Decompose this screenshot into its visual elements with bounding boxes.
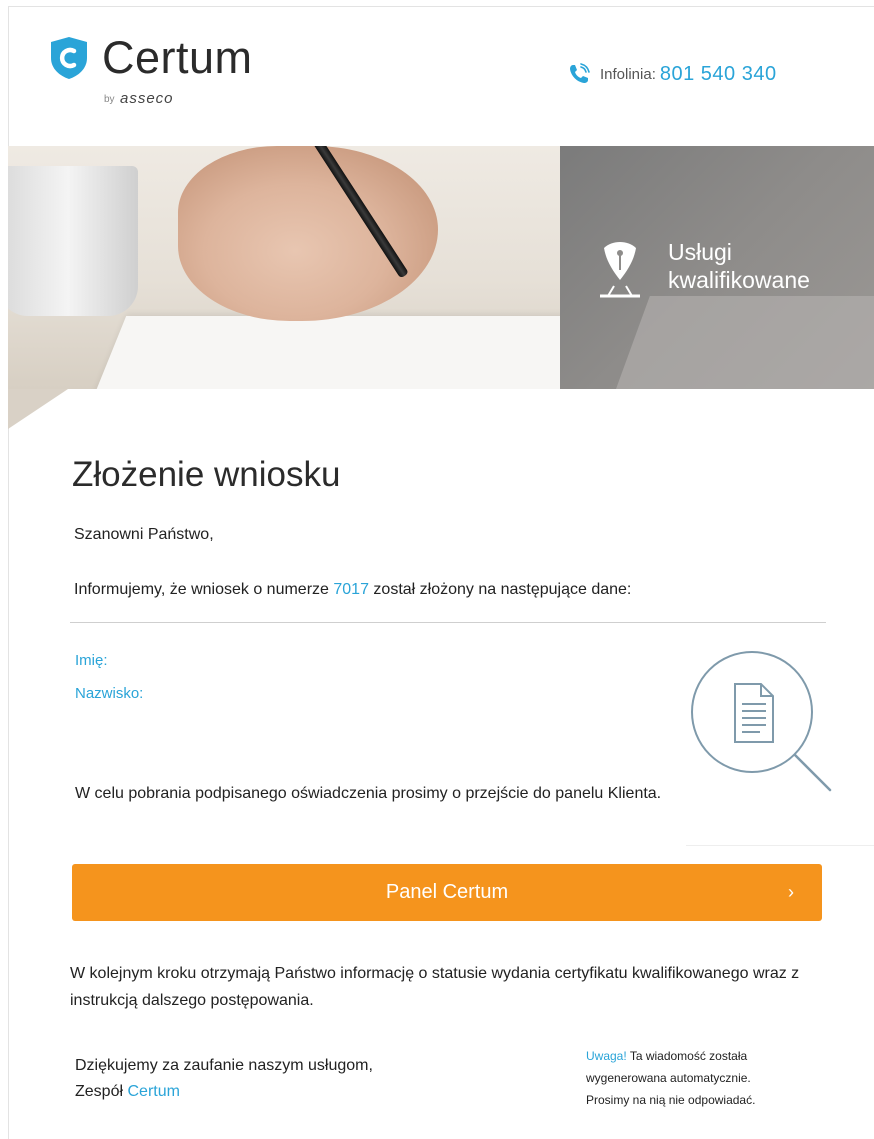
field-first-name: Imię:	[75, 652, 108, 669]
certum-logo: Certum by asseco	[50, 32, 280, 116]
download-instruction: W celu pobrania podpisanego oświadczenia…	[75, 785, 662, 802]
page-title: Złożenie wniosku	[72, 455, 341, 495]
panel-certum-button-label: Panel Certum	[385, 881, 509, 903]
banner-photo-left	[8, 146, 647, 389]
banner-title-line1: Usługi	[668, 239, 732, 265]
thanks-line: Dziękujemy za zaufanie naszym usługom,	[75, 1057, 373, 1074]
chevron-right-icon: ›	[788, 882, 794, 902]
next-step-info: W kolejnym kroku otrzymają Państwo infor…	[70, 965, 800, 1009]
brand-parent: asseco	[120, 90, 174, 107]
banner-corner-decoration	[8, 389, 68, 429]
greeting: Szanowni Państwo,	[74, 526, 214, 543]
paper-image-right	[606, 296, 874, 389]
panel-certum-button[interactable]: Panel Certum ›	[72, 864, 822, 921]
signature: Dziękujemy za zaufanie naszym usługom, Z…	[75, 1053, 373, 1105]
divider	[70, 622, 826, 623]
fountain-pen-nib-icon	[600, 242, 640, 298]
note-text-1: Ta wiadomość została	[629, 1049, 748, 1063]
banner-title-line2: kwalifikowane	[668, 267, 810, 293]
request-info: Informujemy, że wniosek o numerze 7017 z…	[74, 581, 631, 599]
note-line1: Uwaga! Ta wiadomość została	[586, 1045, 846, 1067]
team-prefix: Zespół	[75, 1083, 124, 1100]
brand-name: Certum	[102, 32, 253, 83]
banner-title: Usługi kwalifikowane	[668, 238, 810, 294]
document-search-icon	[691, 651, 832, 792]
cup-image	[8, 166, 138, 316]
auto-message-note: Uwaga! Ta wiadomość została wygenerowana…	[586, 1045, 846, 1111]
phone-icon	[570, 63, 590, 83]
icon-divider	[686, 845, 874, 846]
note-warning: Uwaga!	[586, 1049, 627, 1063]
hotline: Infolinia: 801 540 340	[568, 62, 777, 86]
team-line: Zespół Certum	[75, 1079, 373, 1105]
hotline-label: Infolinia:	[600, 65, 656, 83]
certum-shield-icon	[51, 37, 87, 79]
team-brand: Certum	[127, 1083, 180, 1100]
request-info-suffix: został złożony na następujące dane:	[373, 581, 632, 598]
hand-image	[178, 146, 438, 321]
request-number: 7017	[333, 581, 369, 598]
hero-banner: Usługi kwalifikowane	[8, 146, 874, 389]
note-text-2: wygenerowana automatycznie.	[586, 1071, 751, 1085]
hotline-number[interactable]: 801 540 340	[660, 63, 777, 86]
field-last-name: Nazwisko:	[75, 685, 144, 702]
note-text-3: Prosimy na nią nie odpowiadać.	[586, 1093, 756, 1107]
brand-by: by	[104, 94, 115, 105]
request-info-prefix: Informujemy, że wniosek o numerze	[74, 581, 329, 598]
